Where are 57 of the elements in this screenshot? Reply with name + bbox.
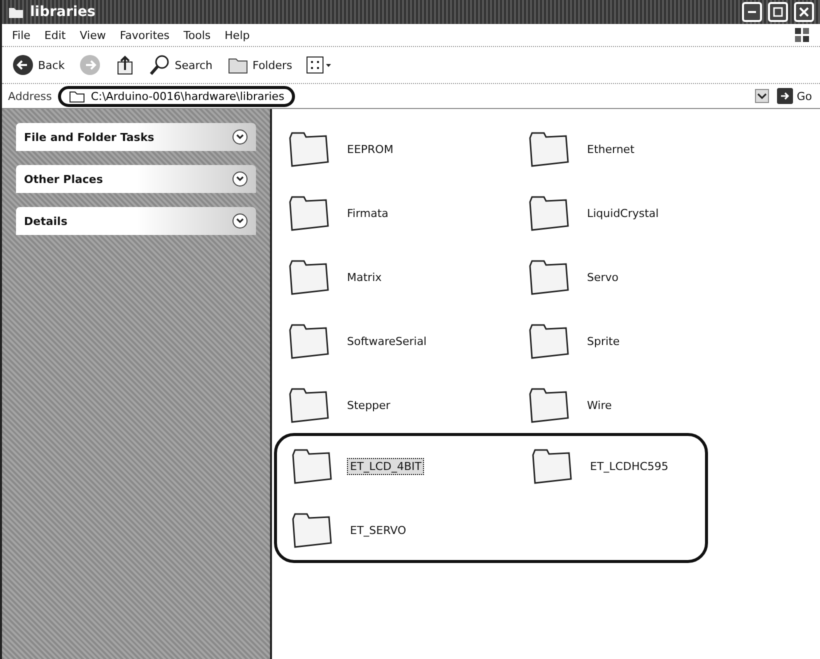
folder-icon xyxy=(528,322,570,360)
folder-icon xyxy=(291,447,333,485)
folder-icon xyxy=(8,5,24,19)
folder-name[interactable]: Matrix xyxy=(344,268,385,286)
close-icon xyxy=(799,7,809,17)
folder-name[interactable]: Stepper xyxy=(344,396,394,414)
search-icon xyxy=(148,54,171,76)
back-button[interactable]: Back xyxy=(10,52,67,78)
window-title: libraries xyxy=(30,4,96,20)
folder-name[interactable]: ET_LCD_4BIT xyxy=(347,458,424,474)
folder-icon xyxy=(68,90,85,102)
folder-icon xyxy=(291,511,333,549)
address-field[interactable]: C:\Arduino-0016\hardware\libraries xyxy=(58,86,296,106)
menu-item[interactable]: Help xyxy=(224,28,250,42)
menu-item[interactable]: File xyxy=(12,28,30,42)
chevron-icon xyxy=(232,171,248,187)
folder-name[interactable]: Servo xyxy=(584,268,622,286)
folder-name[interactable]: ET_LCDHC595 xyxy=(587,458,672,474)
folder-icon xyxy=(288,322,330,360)
folder-name[interactable]: SoftwareSerial xyxy=(344,332,430,350)
menu-item[interactable]: Edit xyxy=(44,28,66,42)
folder-name[interactable]: Wire xyxy=(584,396,615,414)
folder-name[interactable]: ET_SERVO xyxy=(347,522,410,538)
up-folder-icon xyxy=(114,54,135,76)
chevron-icon xyxy=(232,129,248,145)
folder-name[interactable]: Firmata xyxy=(344,204,392,222)
folder-icon xyxy=(288,130,330,168)
folder-icon xyxy=(528,386,570,424)
maximize-icon xyxy=(773,7,783,17)
folder-icon xyxy=(528,194,570,232)
folder-icon xyxy=(288,386,330,424)
folder-name[interactable]: EEPROM xyxy=(344,140,396,158)
views-icon xyxy=(306,55,332,75)
go-button[interactable]: Go xyxy=(774,86,814,106)
folder-name[interactable]: Sprite xyxy=(584,332,623,350)
folder-icon xyxy=(288,258,330,296)
close-button[interactable] xyxy=(794,2,814,22)
windows-logo-icon xyxy=(794,27,810,43)
task-pane-header[interactable]: Details xyxy=(16,207,256,235)
chevron-icon xyxy=(232,213,248,229)
minimize-icon xyxy=(748,11,756,13)
folder-icon xyxy=(528,258,570,296)
folder-icon xyxy=(528,130,570,168)
folders-button[interactable]: Folders xyxy=(224,53,294,77)
minimize-button[interactable] xyxy=(742,2,762,22)
task-pane-header[interactable]: File and Folder Tasks xyxy=(16,123,256,151)
folder-name[interactable]: LiquidCrystal xyxy=(584,204,662,222)
menu-item[interactable]: Favorites xyxy=(120,28,170,42)
folder-name[interactable]: Ethernet xyxy=(584,140,638,158)
search-button[interactable]: Search xyxy=(146,52,215,78)
maximize-button[interactable] xyxy=(768,2,788,22)
address-label: Address xyxy=(8,90,52,102)
folder-icon xyxy=(531,447,573,485)
task-pane-header[interactable]: Other Places xyxy=(16,165,256,193)
menu-item[interactable]: View xyxy=(80,28,106,42)
folder-icon xyxy=(288,194,330,232)
menu-item[interactable]: Tools xyxy=(184,28,211,42)
